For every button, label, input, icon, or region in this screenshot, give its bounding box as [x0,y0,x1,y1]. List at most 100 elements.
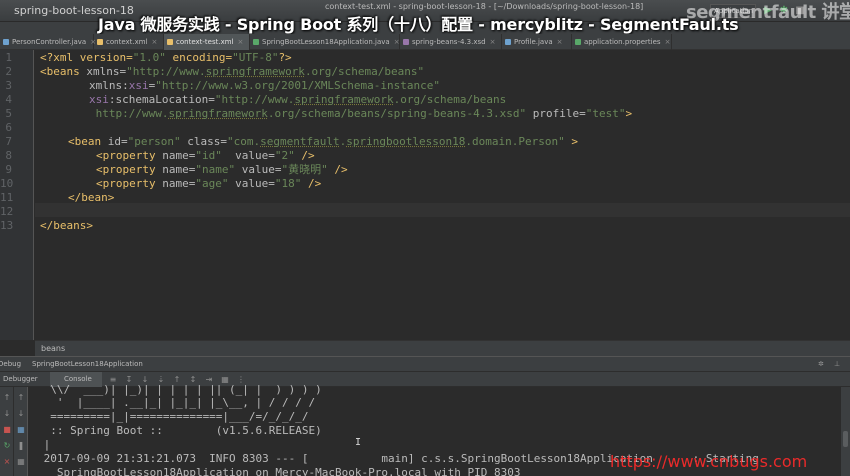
pause-icon[interactable]: ❚ [16,441,26,451]
arrow-down-icon[interactable]: ↓ [16,409,26,419]
xsi-prefix: xsi [128,79,149,92]
property-tag: <property [96,163,163,176]
code-editor[interactable]: <?xml version="1.0" encoding="UTF-8"?> <… [35,50,850,340]
property-tag: <property [96,149,163,162]
tab-application-java[interactable]: SpringBootLesson18Application.java × [250,34,400,50]
schema-location-attr: :schemaLocation= [108,93,215,106]
close-icon[interactable]: × [665,38,671,46]
line-number: 2 [5,65,12,78]
debug-config-tab[interactable]: SpringBootLesson18Application [32,357,143,371]
close-icon[interactable]: × [152,38,158,46]
xml-file-icon [97,39,103,45]
name-value: "name" [195,163,236,176]
url-watermark: https://www.cnbugs.com [610,452,808,471]
xsi-prefix: xsi [89,93,109,106]
tab-application-properties[interactable]: application.properties × [572,34,672,50]
tag-close: > [564,135,579,148]
class-attr: class= [180,135,227,148]
value-attr: value= [221,149,275,162]
value-attr: value= [235,163,282,176]
stop-icon[interactable]: ■ [2,425,12,435]
arrow-up-icon[interactable]: ↑ [16,393,26,403]
code-line-2: <beans xmlns="http://www.springframework… [40,65,424,79]
line-number: 12 [0,205,14,218]
rerun-icon[interactable]: ↻ [2,441,12,451]
tab-label: SpringBootLesson18Application.java [262,38,390,46]
line-number: 8 [5,149,12,162]
tab-console-label: Console [64,375,92,383]
line-number: 5 [5,107,12,120]
tab-label: spring-beans-4.3.xsd [412,38,486,46]
value-value: "2" [274,149,295,162]
video-overlay-title: Java 微服务实践 - Spring Boot 系列（十八）配置 - merc… [98,15,739,34]
schema-location-value-cont: http://www.springframework.org/schema/be… [89,107,527,120]
code-line-8: <property name="id" value="2" /> [96,149,315,163]
xml-version-value: "1.0" [132,51,166,64]
tab-context-xml[interactable]: context.xml × [94,34,164,50]
xml-file-icon [167,39,173,45]
current-line-highlight [35,203,850,217]
line-number: 3 [5,79,12,92]
tag-self-close: /> [294,149,315,162]
line-number: 1 [5,51,12,64]
close-icon[interactable]: × [2,457,12,467]
close-icon[interactable]: × [490,38,496,46]
name-attr: name= [162,149,196,162]
code-line-13: </beans> [40,219,93,232]
profile-attr: profile= [526,107,586,120]
line-number: 10 [0,177,14,190]
tag-close: > [625,107,633,120]
soft-wrap-icon[interactable]: ▦ [16,425,26,435]
class-value: "com.segmentfault.springbootlesson18.dom… [226,135,565,148]
close-icon[interactable]: × [237,38,243,46]
line-number: 7 [5,135,12,148]
scroll-down-icon[interactable]: ↓ [2,409,12,419]
value-value: "18" [274,177,302,190]
debug-tool-window-header: Debug SpringBootLesson18Application ✲ ⊥ [0,356,850,371]
name-attr: name= [162,163,196,176]
tab-profile-java[interactable]: Profile.java × [502,34,572,50]
gear-icon[interactable]: ✲ [818,357,824,371]
console-scrollbar[interactable] [841,387,850,476]
scroll-up-icon[interactable]: ↑ [2,393,12,403]
text-cursor-icon: I [355,437,362,448]
xmlns-xsi-attr: xmlns: [89,79,129,92]
line-number: 13 [0,219,14,232]
value-value: "黄晓明" [281,163,328,176]
scrollbar-thumb[interactable] [843,431,848,447]
xml-declaration-end: ?> [278,51,292,64]
code-line-10: <property name="age" value="18" /> [96,177,321,191]
spring-file-icon [253,39,259,45]
console-spring-boot-version: :: Spring Boot :: (v1.5.6.RELEASE) [37,424,322,437]
xml-encoding-attr: encoding= [165,51,233,64]
code-line-7: <bean id="person" class="com.segmentfaul… [68,135,578,149]
id-attr: id= [107,135,128,148]
xml-encoding-value: "UTF-8" [232,51,279,64]
layout-icon[interactable]: ▦ [16,457,26,467]
close-icon[interactable]: × [557,38,563,46]
tab-label: application.properties [584,38,661,46]
code-line-11: </bean> [68,191,115,204]
beans-tag: <beans [40,65,87,78]
tab-context-test-xml[interactable]: context-test.xml × [164,34,250,50]
value-attr: value= [228,177,275,190]
tab-spring-beans-xsd[interactable]: spring-beans-4.3.xsd × [400,34,502,50]
hide-panel-icon[interactable]: ⊥ [834,357,840,371]
console-ascii-art: ' |____| .__|_| |_|_| |_\__, | / / / / [37,396,316,409]
tag-self-close: /> [327,163,348,176]
debug-left-toolbar: ↑ ↓ ■ ↻ × [0,387,14,476]
close-icon[interactable]: × [394,38,400,46]
console-side-toolbar: ↑ ↓ ▦ ❚ ▦ [14,387,28,476]
tab-label: context-test.xml [176,38,234,46]
console-blank-line: | [37,438,51,451]
code-line-3: xmlns:xsi="http://www.w3.org/2001/XMLSch… [89,79,440,93]
xmlns-value: "http://www.springframework.org/schema/b… [126,65,425,78]
tab-person-controller[interactable]: PersonController.java × [0,34,96,50]
breadcrumb[interactable]: beans [35,340,850,356]
console-log-line: SpringBootLesson18Application on Mercy-M… [37,466,521,476]
xmlns-attr: xmlns= [86,65,127,78]
editor-tab-bar: PersonController.java × context.xml × cont… [0,34,850,50]
code-line-5: http://www.springframework.org/schema/be… [89,107,632,121]
id-value: "person" [127,135,181,148]
code-line-4: xsi:schemaLocation="http://www.springfra… [89,93,506,107]
